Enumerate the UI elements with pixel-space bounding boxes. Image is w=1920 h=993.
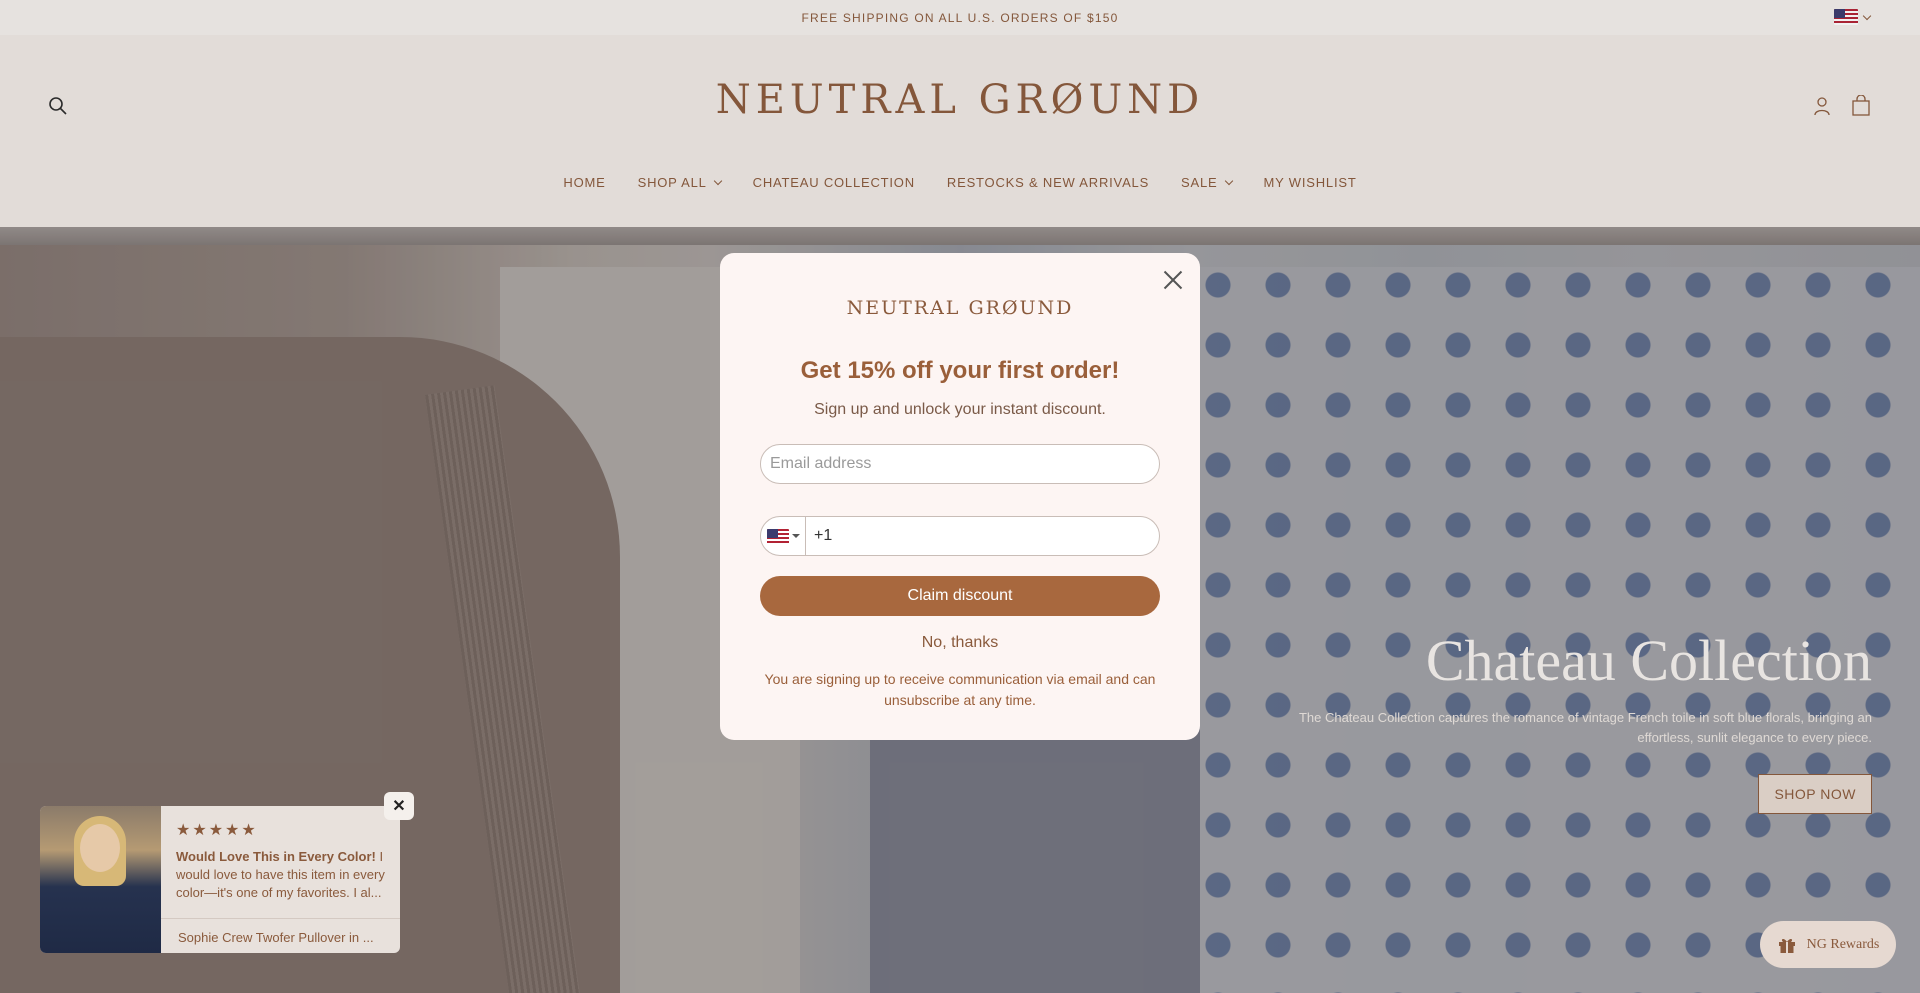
popup-disclaimer: You are signing up to receive communicat…	[764, 671, 1156, 708]
reviewer-face	[80, 824, 120, 872]
hero-description: The Chateau Collection captures the roma…	[1298, 710, 1872, 745]
review-headline: Would Love This in Every Color!	[176, 849, 376, 864]
nav-shop-all[interactable]: SHOP ALL	[637, 175, 722, 190]
main-nav: HOME SHOP ALL CHATEAU COLLECTION RESTOCK…	[0, 175, 1920, 190]
nav-chateau-collection[interactable]: CHATEAU COLLECTION	[753, 175, 915, 190]
announcement-text: FREE SHIPPING ON ALL U.S. ORDERS OF $150	[801, 10, 1119, 25]
gift-icon	[1778, 938, 1795, 953]
discount-popup: NEUTRAL GRØUND Get 15% off your first or…	[720, 253, 1200, 740]
cart-icon[interactable]	[1850, 95, 1872, 117]
site-header: NEUTRAL GRØUND HOME SHOP ALL CHATEAU COL…	[0, 35, 1920, 227]
phone-field-group	[760, 516, 1160, 556]
nav-wishlist[interactable]: MY WISHLIST	[1264, 175, 1357, 190]
nav-label: HOME	[563, 175, 606, 190]
us-flag-icon	[766, 528, 789, 544]
phone-country-selector[interactable]	[761, 517, 806, 555]
us-flag-icon	[1834, 9, 1858, 25]
phone-field[interactable]	[806, 517, 1159, 555]
review-widget[interactable]: ★★★★★ Would Love This in Every Color! I …	[40, 806, 400, 953]
caret-down-icon	[791, 534, 800, 538]
popup-logo: NEUTRAL GRØUND	[846, 297, 1074, 319]
nav-home[interactable]: HOME	[563, 175, 605, 190]
chevron-down-icon	[713, 176, 722, 186]
account-icon[interactable]	[1812, 96, 1832, 116]
popup-subtitle: Sign up and unlock your instant discount…	[814, 401, 1106, 418]
nav-restocks[interactable]: RESTOCKS & NEW ARRIVALS	[947, 175, 1149, 190]
nav-sale[interactable]: SALE	[1181, 175, 1233, 190]
review-text: Would Love This in Every Color! I would …	[176, 848, 385, 902]
nav-label: SALE	[1181, 175, 1218, 190]
shop-now-button[interactable]: SHOP NOW	[1758, 774, 1872, 814]
announcement-bar: FREE SHIPPING ON ALL U.S. ORDERS OF $150	[0, 0, 1920, 35]
chevron-down-icon	[1862, 11, 1872, 20]
nav-label: CHATEAU COLLECTION	[752, 175, 915, 190]
claim-discount-button[interactable]: Claim discount	[760, 576, 1160, 616]
email-field[interactable]	[760, 444, 1160, 484]
site-logo[interactable]: NEUTRAL GRØUND	[0, 77, 1920, 123]
nav-label: SHOP ALL	[637, 175, 707, 190]
rewards-button[interactable]: NG Rewards	[1760, 921, 1896, 968]
review-product-link[interactable]: Sophie Crew Twofer Pullover in ...	[161, 918, 400, 953]
popup-title: Get 15% off your first order!	[800, 357, 1120, 384]
no-thanks-link[interactable]: No, thanks	[720, 634, 1200, 652]
chevron-down-icon	[1224, 176, 1233, 186]
rewards-label: NG Rewards	[1806, 936, 1880, 952]
nav-label: MY WISHLIST	[1263, 175, 1357, 190]
country-selector[interactable]	[1834, 9, 1872, 25]
review-close-button[interactable]: ✕	[384, 792, 414, 820]
nav-label: RESTOCKS & NEW ARRIVALS	[946, 175, 1150, 190]
reviewer-photo	[40, 806, 161, 953]
star-rating: ★★★★★	[176, 822, 258, 839]
hero-text: Chateau Collection The Chateau Collectio…	[1272, 627, 1872, 814]
hero-title: Chateau Collection	[1425, 628, 1872, 693]
close-icon[interactable]	[1160, 267, 1186, 293]
